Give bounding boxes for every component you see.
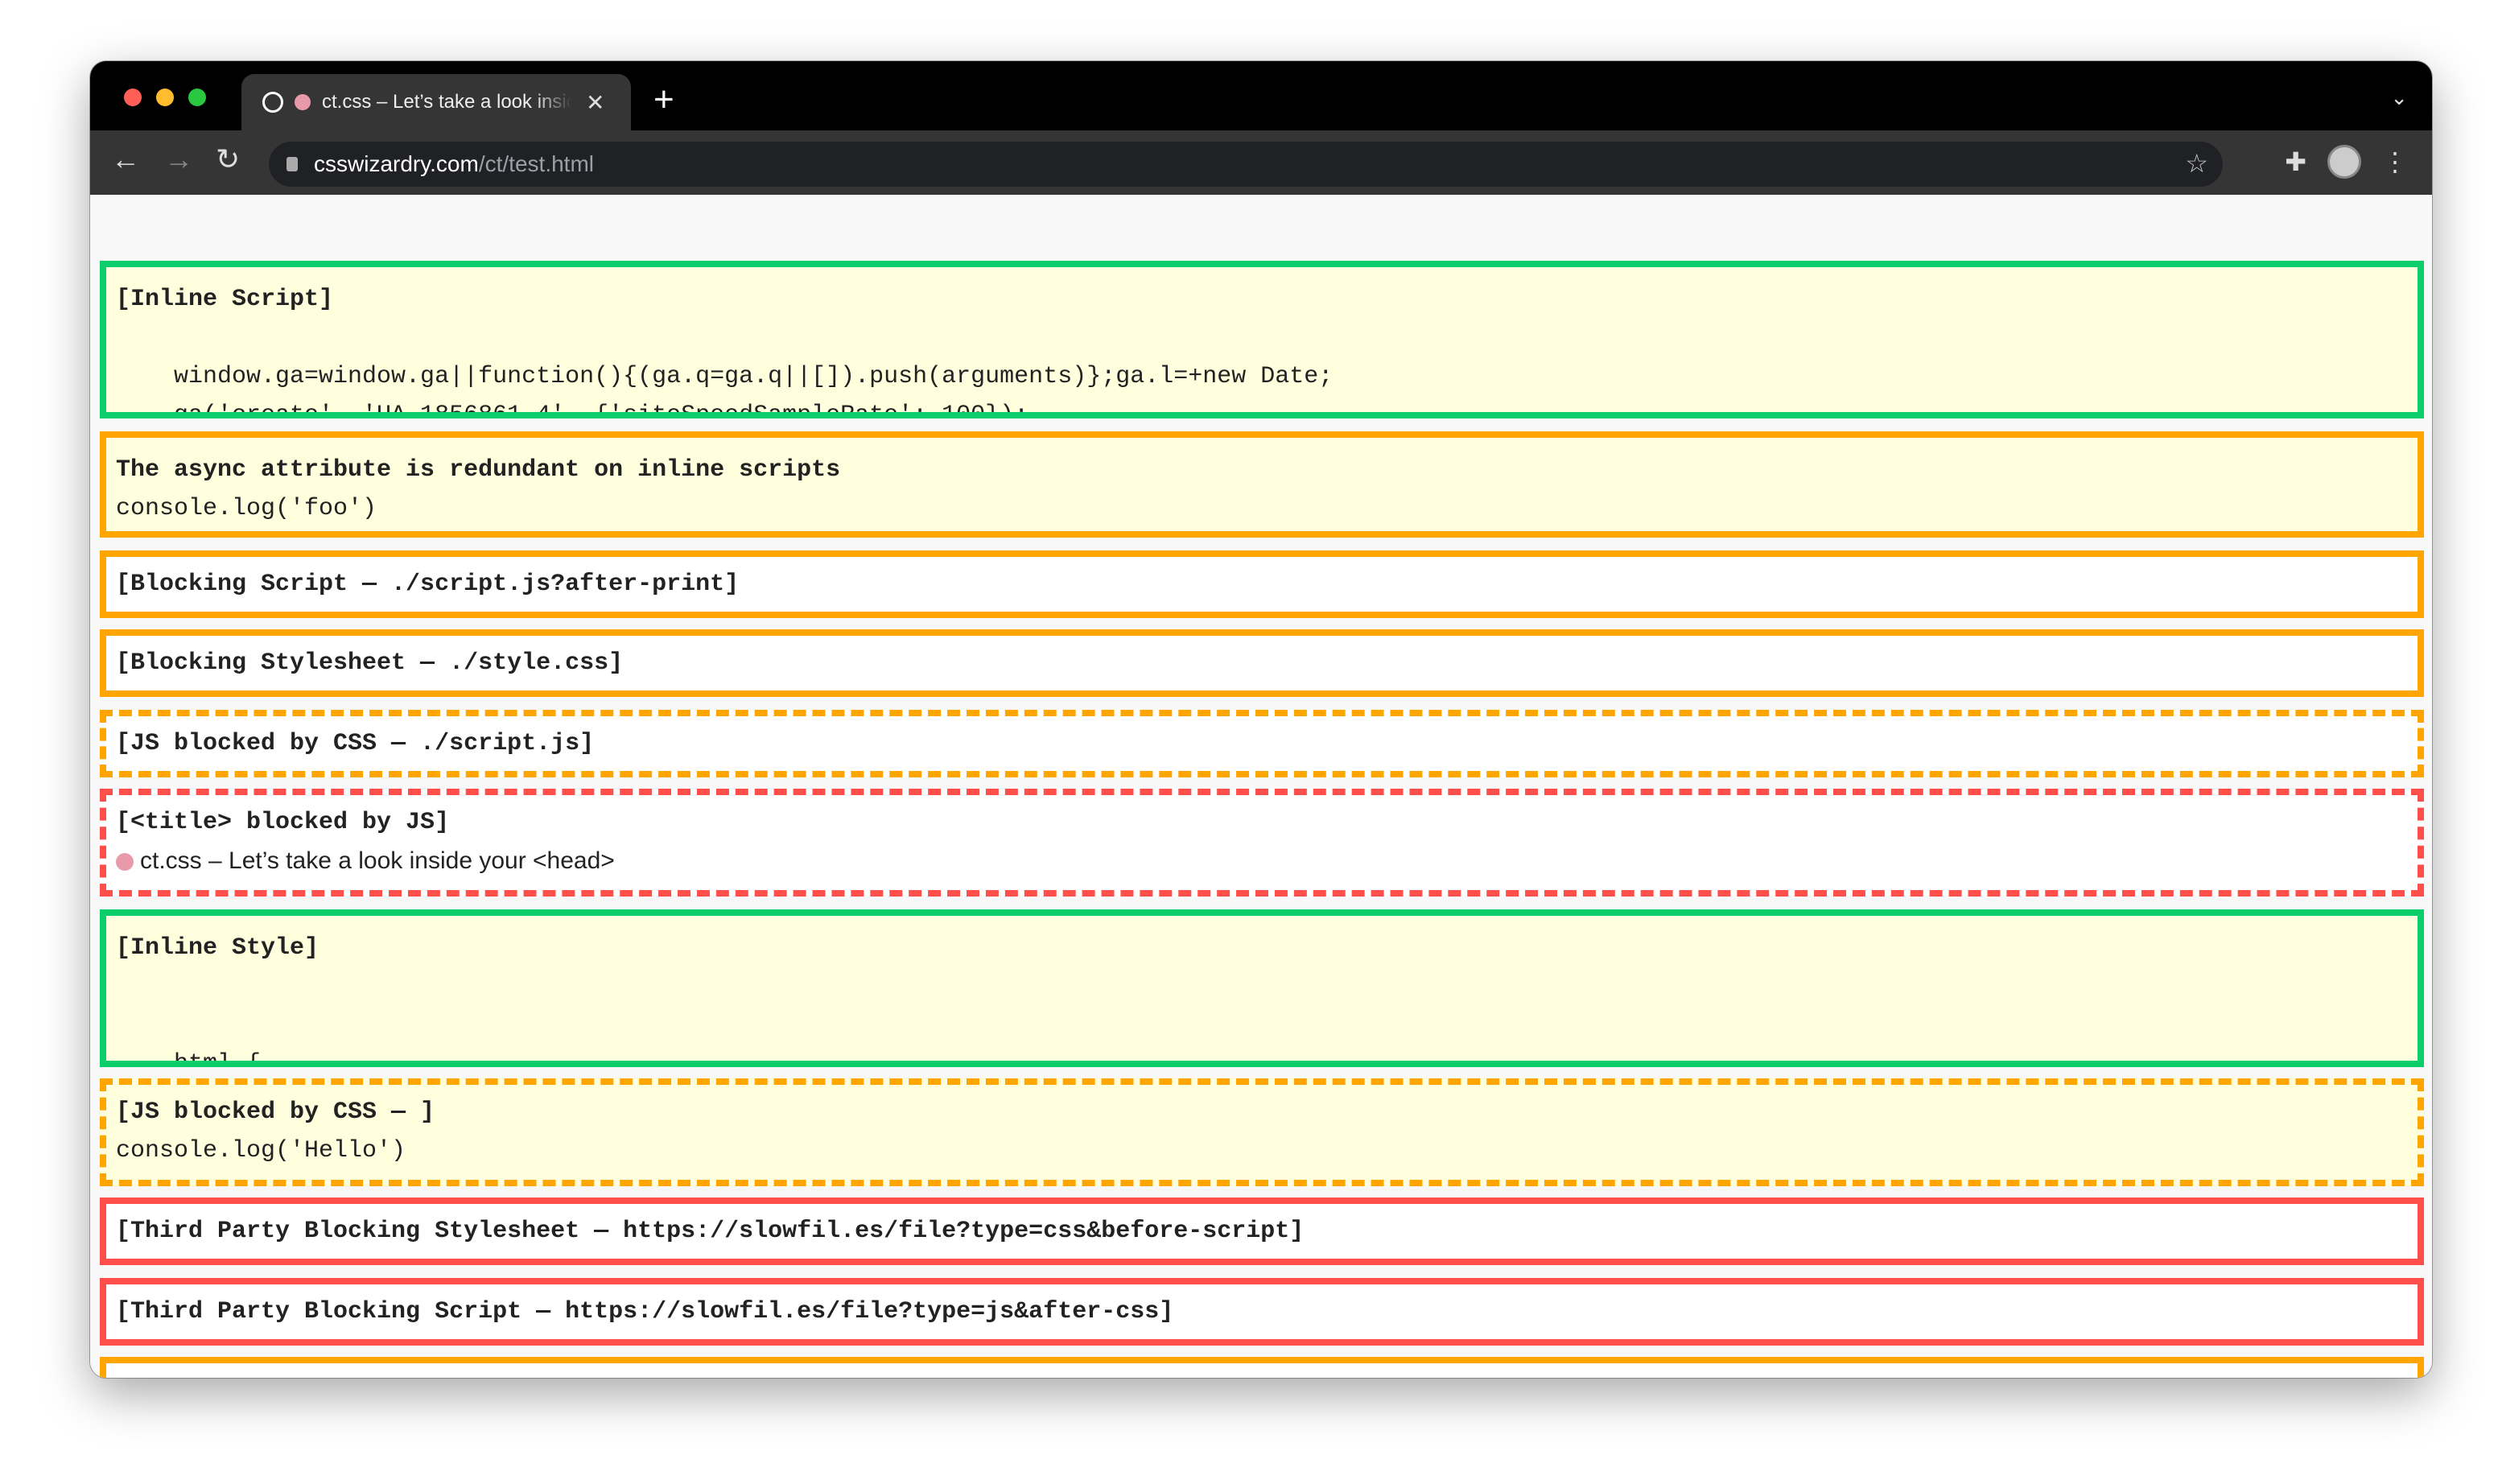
url-path: /ct/test.html bbox=[478, 151, 594, 176]
box-heading: [JS blocked by CSS — ./script.js] bbox=[116, 730, 595, 757]
brain-icon bbox=[116, 853, 134, 872]
box-code: window.ga=window.ga||function(){(ga.q=ga… bbox=[174, 363, 1334, 418]
charset-box: [Charset should appear as early as possi… bbox=[100, 1357, 2424, 1378]
box-heading: [<title> blocked by JS] bbox=[116, 809, 450, 836]
box-heading: [Charset should appear as early as possi… bbox=[116, 1371, 2408, 1378]
lock-icon bbox=[286, 157, 298, 171]
brain-icon bbox=[295, 94, 311, 110]
chevron-down-icon[interactable]: ⌄ bbox=[2390, 85, 2408, 110]
blocking-script-box: [Blocking Script — ./script.js?after-pri… bbox=[100, 550, 2424, 618]
box-code: html { bbox=[174, 1050, 262, 1067]
async-redundant-box: The async attribute is redundant on inli… bbox=[100, 431, 2424, 538]
tab-title: ct.css – Let’s take a look inside your <… bbox=[322, 91, 571, 113]
reload-icon[interactable]: ↻ bbox=[216, 143, 240, 175]
box-heading: [Third Party Blocking Script — https://s… bbox=[116, 1298, 1174, 1325]
star-icon[interactable]: ☆ bbox=[2185, 148, 2208, 179]
close-window-button[interactable] bbox=[124, 89, 142, 106]
address-bar[interactable]: csswizardry.com/ct/test.html ☆ bbox=[269, 142, 2223, 187]
box-heading: [JS blocked by CSS — ] bbox=[116, 1099, 435, 1126]
box-heading: [Inline Script] bbox=[116, 286, 334, 313]
js-blocked-by-css-inline-box: [JS blocked by CSS — ] console.log('Hell… bbox=[100, 1078, 2424, 1186]
title-blocked-box: [<title> blocked by JS] ct.css – Let’s t… bbox=[100, 789, 2424, 897]
toolbar: ← → ↻ csswizardry.com/ct/test.html ☆ ✚ ⋮ bbox=[90, 130, 2432, 195]
blocking-stylesheet-box: [Blocking Stylesheet — ./style.css] bbox=[100, 629, 2424, 697]
url-text: csswizardry.com/ct/test.html bbox=[314, 151, 594, 177]
tab-active[interactable]: ct.css – Let’s take a look inside your <… bbox=[241, 74, 631, 130]
forward-icon[interactable]: → bbox=[164, 143, 193, 175]
third-party-stylesheet-box: [Third Party Blocking Stylesheet — https… bbox=[100, 1198, 2424, 1265]
tab-bar: ct.css – Let’s take a look inside your <… bbox=[90, 61, 2432, 130]
kebab-menu-icon[interactable]: ⋮ bbox=[2382, 146, 2408, 177]
box-heading: [Third Party Blocking Stylesheet — https… bbox=[116, 1218, 1305, 1245]
box-heading: The async attribute is redundant on inli… bbox=[116, 456, 841, 484]
third-party-script-box: [Third Party Blocking Script — https://s… bbox=[100, 1278, 2424, 1346]
js-blocked-by-css-box: [JS blocked by CSS — ./script.js] bbox=[100, 710, 2424, 777]
box-heading: [Blocking Stylesheet — ./style.css] bbox=[116, 649, 624, 677]
avatar[interactable] bbox=[2327, 145, 2361, 179]
box-code: console.log('Hello') bbox=[116, 1137, 406, 1165]
inline-script-box: [Inline Script] window.ga=window.ga||fun… bbox=[100, 261, 2424, 418]
box-code: console.log('foo') bbox=[116, 495, 377, 522]
globe-icon bbox=[262, 92, 283, 113]
close-icon[interactable]: ✕ bbox=[586, 89, 604, 116]
back-icon[interactable]: ← bbox=[111, 143, 140, 175]
box-heading: [Inline Style] bbox=[116, 934, 319, 962]
puzzle-icon[interactable]: ✚ bbox=[2285, 146, 2306, 177]
minimize-window-button[interactable] bbox=[156, 89, 174, 106]
url-host: csswizardry.com bbox=[314, 151, 479, 176]
box-text: ct.css – Let’s take a look inside your <… bbox=[140, 847, 615, 874]
window-controls bbox=[124, 89, 206, 106]
plus-icon[interactable]: + bbox=[653, 82, 674, 117]
inline-style-box: [Inline Style] html { bbox=[100, 909, 2424, 1067]
page-content: [Inline Script] window.ga=window.ga||fun… bbox=[90, 195, 2432, 1378]
zoom-window-button[interactable] bbox=[188, 89, 206, 106]
browser-window: ct.css – Let’s take a look inside your <… bbox=[90, 61, 2432, 1378]
box-heading: [Blocking Script — ./script.js?after-pri… bbox=[116, 571, 740, 598]
